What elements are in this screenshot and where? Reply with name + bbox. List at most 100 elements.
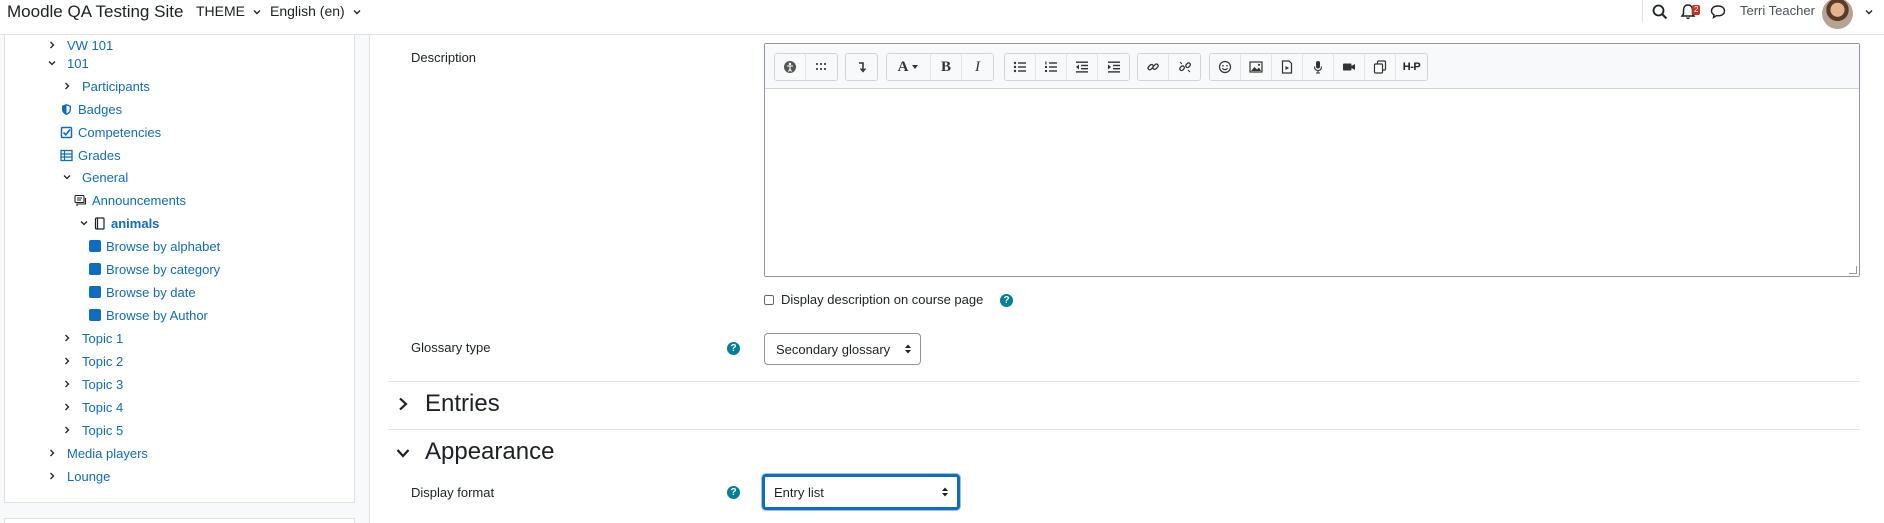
toolbar-group-5 xyxy=(1137,53,1201,81)
image-button[interactable] xyxy=(1241,54,1272,80)
chevron-down-icon[interactable] xyxy=(396,446,410,460)
tree-node-101[interactable]: 101 xyxy=(47,53,89,73)
tree-label[interactable]: 101 xyxy=(67,56,89,71)
tree-node-media-players[interactable]: Media players xyxy=(47,443,148,463)
ordered-list-button[interactable] xyxy=(1036,54,1067,80)
tree-node-announcements[interactable]: Announcements xyxy=(74,190,186,210)
page-square-icon xyxy=(89,286,101,298)
chat-icon[interactable] xyxy=(1709,3,1727,21)
tree-label[interactable]: Topic 3 xyxy=(82,377,123,392)
link-button[interactable] xyxy=(1138,54,1169,80)
chevron-right-icon[interactable] xyxy=(62,333,72,343)
tree-label[interactable]: Topic 5 xyxy=(82,423,123,438)
tree-node-animals[interactable]: animals xyxy=(79,213,159,233)
collapse-button[interactable] xyxy=(846,54,877,80)
toolbar-group-1 xyxy=(774,53,838,81)
tree-node-browse-author[interactable]: Browse by Author xyxy=(89,305,208,325)
chevron-down-icon[interactable] xyxy=(79,218,89,228)
appearance-section-title[interactable]: Appearance xyxy=(425,438,554,466)
chevron-down-icon[interactable] xyxy=(47,58,57,68)
tree-node-topic3[interactable]: Topic 3 xyxy=(62,374,123,394)
display-format-select[interactable]: Entry list xyxy=(762,474,960,510)
record-audio-button[interactable] xyxy=(1303,54,1334,80)
tree-node-lounge[interactable]: Lounge xyxy=(47,466,110,486)
tree-node-vw101[interactable]: VW 101 xyxy=(47,35,113,55)
tree-node-browse-category[interactable]: Browse by category xyxy=(89,259,220,279)
chevron-right-icon[interactable] xyxy=(47,448,57,458)
chevron-right-icon[interactable] xyxy=(62,356,72,366)
glossary-type-select[interactable]: Secondary glossary xyxy=(764,333,921,365)
chevron-right-icon[interactable] xyxy=(47,471,57,481)
tree-node-participants[interactable]: Participants xyxy=(62,76,150,96)
accessibility-button[interactable] xyxy=(775,54,806,80)
tree-label[interactable]: Participants xyxy=(82,79,150,94)
manage-files-button[interactable] xyxy=(1365,54,1396,80)
unlink-button[interactable] xyxy=(1169,54,1200,80)
tree-node-topic1[interactable]: Topic 1 xyxy=(62,328,123,348)
record-video-button[interactable] xyxy=(1334,54,1365,80)
display-description-label[interactable]: Display description on course page xyxy=(781,292,983,307)
tree-label[interactable]: Badges xyxy=(78,102,122,117)
tree-node-topic5[interactable]: Topic 5 xyxy=(62,420,123,440)
unordered-list-button[interactable] xyxy=(1005,54,1036,80)
language-menu[interactable]: English (en) xyxy=(270,3,362,19)
resize-handle[interactable] xyxy=(1849,266,1857,274)
tree-node-topic4[interactable]: Topic 4 xyxy=(62,397,123,417)
h5p-button[interactable]: H-P xyxy=(1396,54,1427,80)
toolbar-group-3: A B I xyxy=(886,53,994,81)
user-name[interactable]: Terri Teacher xyxy=(1740,3,1815,18)
font-style-button[interactable]: A xyxy=(887,54,931,80)
help-icon[interactable]: ? xyxy=(1000,294,1013,307)
chevron-right-icon[interactable] xyxy=(62,379,72,389)
glossary-icon xyxy=(94,216,105,230)
theme-menu[interactable]: THEME xyxy=(196,3,262,19)
tree-label[interactable]: Browse by date xyxy=(106,285,196,300)
help-icon[interactable]: ? xyxy=(727,486,740,499)
tree-label[interactable]: Topic 2 xyxy=(82,354,123,369)
page-square-icon xyxy=(89,263,101,275)
media-button[interactable] xyxy=(1272,54,1303,80)
display-description-checkbox[interactable] xyxy=(764,295,774,305)
entries-section-title[interactable]: Entries xyxy=(425,390,500,418)
tree-node-browse-date[interactable]: Browse by date xyxy=(89,282,196,302)
tree-node-general[interactable]: General xyxy=(62,167,128,187)
tree-node-competencies[interactable]: Competencies xyxy=(60,122,161,142)
indent-button[interactable] xyxy=(1098,54,1129,80)
chevron-right-icon[interactable] xyxy=(62,81,72,91)
user-avatar[interactable] xyxy=(1822,0,1853,29)
tree-label[interactable]: Topic 4 xyxy=(82,400,123,415)
chevron-down-icon[interactable] xyxy=(62,172,72,182)
tree-label[interactable]: Browse by alphabet xyxy=(106,239,220,254)
toggle-toolbar-button[interactable] xyxy=(806,54,837,80)
tree-node-grades[interactable]: Grades xyxy=(60,145,121,165)
description-textarea[interactable] xyxy=(765,89,1859,276)
tree-node-topic2[interactable]: Topic 2 xyxy=(62,351,123,371)
tree-label[interactable]: General xyxy=(82,170,128,185)
tree-node-badges[interactable]: Badges xyxy=(60,99,122,119)
tree-label[interactable]: Browse by category xyxy=(106,262,220,277)
tree-label[interactable]: Media players xyxy=(67,446,148,461)
chevron-down-icon[interactable] xyxy=(1864,7,1874,17)
site-name[interactable]: Moodle QA Testing Site xyxy=(7,2,183,22)
tree-node-browse-alphabet[interactable]: Browse by alphabet xyxy=(89,236,220,256)
outdent-button[interactable] xyxy=(1067,54,1098,80)
description-editor: A B I H-P xyxy=(764,43,1860,277)
tree-label[interactable]: Competencies xyxy=(78,125,161,140)
search-icon[interactable] xyxy=(1651,3,1669,21)
help-icon[interactable]: ? xyxy=(727,342,740,355)
tree-label[interactable]: Browse by Author xyxy=(106,308,208,323)
chevron-right-icon[interactable] xyxy=(62,402,72,412)
chevron-right-icon[interactable] xyxy=(396,397,410,411)
tree-label[interactable]: animals xyxy=(111,216,159,231)
italic-button[interactable]: I xyxy=(962,54,993,80)
tree-label[interactable]: Announcements xyxy=(92,193,186,208)
tree-label[interactable]: Grades xyxy=(78,148,121,163)
forum-icon xyxy=(74,194,87,206)
tree-label[interactable]: Topic 1 xyxy=(82,331,123,346)
emoji-button[interactable] xyxy=(1210,54,1241,80)
tree-label[interactable]: Lounge xyxy=(67,469,110,484)
bold-button[interactable]: B xyxy=(931,54,962,80)
chevron-right-icon[interactable] xyxy=(47,40,57,50)
chevron-right-icon[interactable] xyxy=(62,425,72,435)
tree-label[interactable]: VW 101 xyxy=(67,38,113,53)
